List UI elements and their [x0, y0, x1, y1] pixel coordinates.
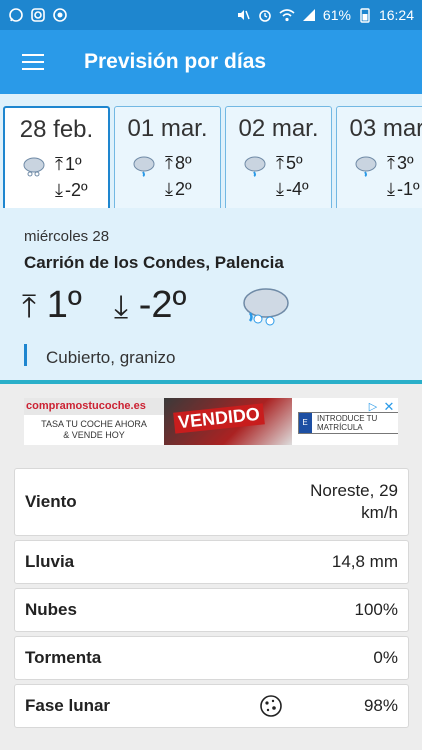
detail-row-rain: Lluvia 14,8 mm	[14, 540, 409, 584]
ad-brand: compramostucoche.es	[24, 398, 164, 415]
detail-label: Fase lunar	[25, 696, 111, 715]
day-min-temp: ⤓ -1º	[387, 179, 420, 199]
app-icon	[53, 8, 67, 22]
rain-cloud-icon	[355, 156, 377, 177]
whatsapp-icon	[9, 8, 23, 22]
ad-brand-block[interactable]: compramostucoche.es TASA TU COCHE AHORA &…	[24, 398, 164, 445]
forecast-panel: 28 feb. ⤒ 1º ⤓ -2º 01 mar. ⤒ 8º ⤓ 2º 02 mar.…	[0, 94, 422, 384]
detail-label: Tormenta	[25, 648, 102, 667]
ad-close-icon[interactable]: ✕	[382, 400, 396, 414]
detail-value: 14,8 mm	[331, 552, 398, 571]
day-min-temp: ⤓ -2º	[55, 180, 88, 200]
detail-row-wind: Viento Noreste, 29 km/h	[14, 468, 409, 536]
weather-condition: Cubierto, granizo	[46, 348, 176, 367]
detail-label: Nubes	[25, 600, 77, 619]
ad-choices-icon[interactable]: ▷	[366, 400, 380, 414]
rain-cloud-icon	[133, 156, 155, 177]
selected-max-temp: ⤒ 1º	[22, 284, 82, 326]
moon-phase-icon	[260, 695, 282, 717]
ad-form[interactable]: E INTRODUCE TU MATRÍCULA ▷ ✕	[292, 398, 398, 445]
detail-value: 0%	[373, 648, 398, 667]
ad-image[interactable]: VENDIDO	[164, 398, 292, 445]
day-date: 28 feb.	[19, 116, 94, 143]
day-card-0[interactable]: 28 feb. ⤒ 1º ⤓ -2º	[3, 106, 110, 208]
ad-stamp: VENDIDO	[173, 403, 265, 434]
page-title: Previsión por días	[84, 50, 267, 73]
day-max-temp: ⤒ 5º	[276, 153, 303, 173]
selected-min-temp: ⤓ -2º	[114, 284, 187, 326]
detail-value: 100%	[354, 600, 398, 619]
detail-value: 98%	[363, 696, 398, 715]
ad-tagline: TASA TU COCHE AHORA & VENDE HOY	[24, 415, 164, 445]
detail-value: Noreste, 29 km/h	[310, 481, 398, 522]
detail-row-moon: Fase lunar 98%	[14, 684, 409, 728]
status-left-icons	[8, 7, 68, 23]
detail-row-storm: Tormenta 0%	[14, 636, 409, 680]
details-list: Viento Noreste, 29 km/h Lluvia 14,8 mm Nu…	[14, 468, 409, 732]
day-max-temp: ⤒ 3º	[387, 153, 414, 173]
selected-day-label: miércoles 28	[24, 228, 110, 245]
rain-cloud-icon	[244, 156, 266, 177]
instagram-icon	[31, 8, 45, 22]
day-strip[interactable]: 28 feb. ⤒ 1º ⤓ -2º 01 mar. ⤒ 8º ⤓ 2º 02 mar.…	[0, 106, 422, 208]
hamburger-menu-icon[interactable]	[0, 30, 66, 94]
status-right-icons: 61% 16:24	[235, 7, 414, 23]
battery-icon	[360, 8, 370, 23]
day-max-temp: ⤒ 1º	[55, 154, 82, 174]
day-date: 03 mar.	[349, 115, 422, 142]
ad-banner[interactable]: compramostucoche.es TASA TU COCHE AHORA &…	[24, 398, 398, 445]
detail-label: Lluvia	[25, 552, 75, 571]
ad-plate-input[interactable]: INTRODUCE TU MATRÍCULA	[298, 412, 398, 434]
day-card-1[interactable]: 01 mar. ⤒ 8º ⤓ 2º	[114, 106, 221, 208]
condition-accent-bar	[24, 344, 27, 366]
mute-icon	[237, 10, 250, 20]
alarm-icon	[259, 10, 271, 22]
day-min-temp: ⤓ -4º	[276, 179, 309, 199]
day-min-temp: ⤓ 2º	[165, 179, 192, 199]
location-name: Carrión de los Condes, Palencia	[24, 253, 284, 272]
panel-divider	[0, 380, 422, 384]
day-date: 02 mar.	[238, 115, 319, 142]
clock: 16:24	[378, 7, 414, 23]
day-max-temp: ⤒ 8º	[165, 153, 192, 173]
hail-cloud-icon	[243, 288, 289, 326]
detail-row-clouds: Nubes 100%	[14, 588, 409, 632]
wifi-icon	[279, 9, 295, 22]
battery-level: 61%	[322, 7, 351, 23]
status-bar: 61% 16:24	[0, 0, 422, 30]
app-bar: Previsión por días	[0, 30, 422, 94]
signal-icon	[302, 9, 315, 21]
day-card-3[interactable]: 03 mar. ⤒ 3º ⤓ -1º	[336, 106, 422, 208]
detail-label: Viento	[25, 492, 77, 511]
day-card-2[interactable]: 02 mar. ⤒ 5º ⤓ -4º	[225, 106, 332, 208]
day-date: 01 mar.	[127, 115, 208, 142]
hail-cloud-icon	[23, 157, 45, 177]
